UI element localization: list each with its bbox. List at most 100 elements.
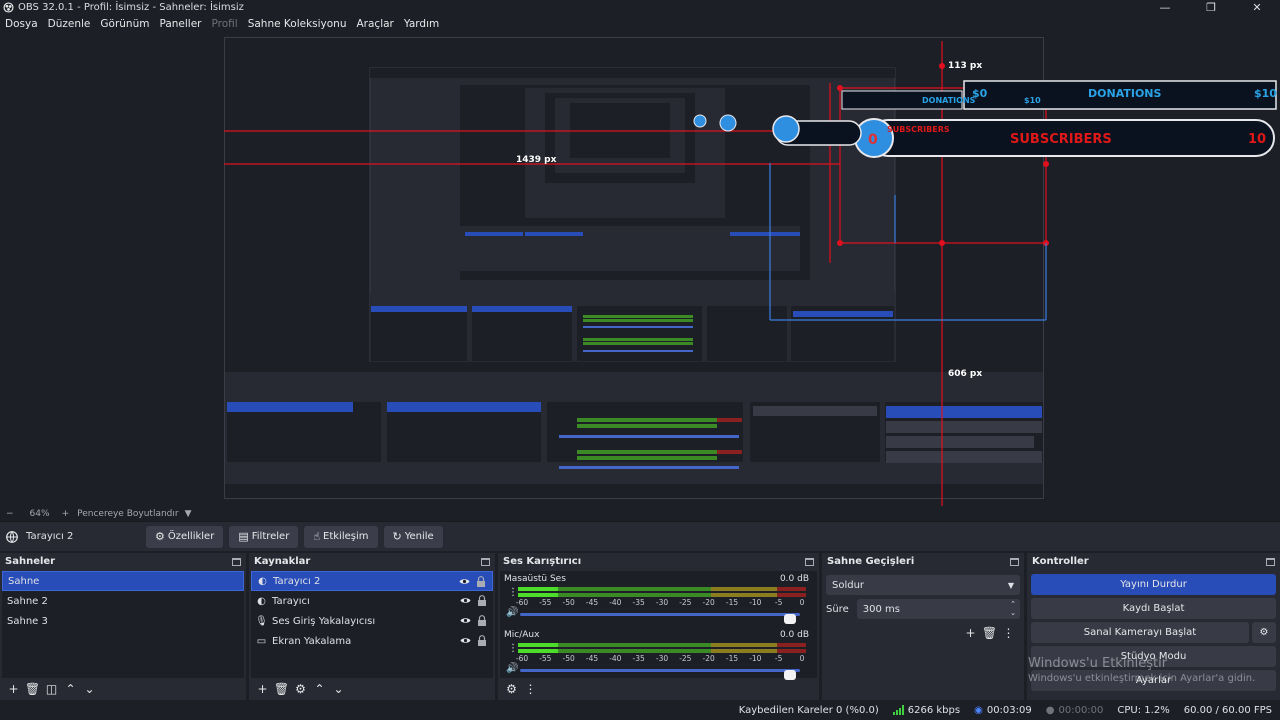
source-item[interactable]: ◐ Tarayıcı 2 — [251, 571, 493, 591]
transition-select[interactable]: Soldur ▼ — [826, 575, 1020, 595]
meter-ticks: -60 -55 -50 -45 -40 -35 -30 -25 -20 -15 -10 -5 0 — [516, 598, 806, 607]
trash-icon[interactable]: 🗑 — [23, 680, 42, 698]
meter-tick-label: -60 — [515, 654, 529, 663]
menu-docks[interactable]: Paneller — [154, 18, 206, 30]
menu-view[interactable]: Görünüm — [95, 18, 154, 30]
more-vertical-icon[interactable]: ⋮ — [521, 680, 540, 698]
undock-icon[interactable] — [232, 557, 241, 566]
scenes-dock: Sahneler Sahne Sahne 2 Sahne 3 + 🗑 ◫ ⌃ ⌄ — [0, 553, 246, 700]
scene-item[interactable]: Sahne — [2, 571, 244, 591]
filters-button[interactable]: ▤ Filtreler — [229, 525, 299, 548]
channel-name: Masaüstü Ses — [504, 574, 566, 584]
undock-icon[interactable] — [481, 557, 490, 566]
eye-icon[interactable] — [459, 576, 470, 587]
watermark-text: Windows'u etkinleştirmek için Ayarlar'a … — [1028, 673, 1256, 684]
meter-tick-label: -20 — [702, 598, 715, 607]
menu-profile[interactable]: Profil — [207, 18, 243, 30]
more-vertical-icon[interactable]: ⋮ — [999, 624, 1018, 642]
maximize-button[interactable]: ❐ — [1188, 0, 1234, 15]
start-recording-button[interactable]: Kaydı Başlat — [1031, 598, 1276, 619]
refresh-icon: ↻ — [392, 530, 402, 543]
zoom-in-button[interactable]: + — [62, 509, 70, 519]
preview-canvas[interactable] — [0, 33, 1280, 506]
gear-icon[interactable]: ⚙ — [291, 680, 310, 698]
more-vertical-icon[interactable]: ⋮ — [508, 587, 518, 598]
scene-item[interactable]: Sahne 2 — [2, 591, 244, 611]
lock-icon[interactable] — [477, 635, 487, 646]
undock-icon[interactable] — [1266, 557, 1275, 566]
trash-icon[interactable]: 🗑 — [272, 680, 291, 698]
volume-slider-handle[interactable] — [784, 614, 796, 624]
meter-tick-label: -25 — [679, 598, 692, 607]
add-icon[interactable]: + — [4, 680, 23, 698]
filter-icon[interactable]: ◫ — [42, 680, 61, 698]
undock-icon[interactable] — [805, 557, 814, 566]
mixer-channel: Mic/Aux 0.0 dB ⋮ -60 -55 -50 -45 -40 -35 -30 -2… — [500, 627, 817, 680]
scene-item[interactable]: Sahne 3 — [2, 611, 244, 631]
channel-db: 0.0 dB — [779, 630, 809, 640]
chevron-down-icon[interactable]: ▼ — [185, 509, 192, 519]
source-label: Tarayıcı — [272, 595, 310, 607]
refresh-label: Yenile — [404, 531, 434, 542]
volume-meter — [518, 587, 806, 597]
meter-tick-label: -50 — [562, 598, 575, 607]
properties-button[interactable]: ⚙ Özellikler — [146, 525, 224, 548]
selected-source-name: Tarayıcı 2 — [26, 531, 74, 542]
move-down-icon[interactable]: ⌄ — [329, 680, 348, 698]
meter-tick-label: -45 — [585, 598, 599, 607]
move-up-icon[interactable]: ⌃ — [310, 680, 329, 698]
speaker-icon[interactable]: 🔊 — [506, 663, 518, 674]
menu-edit[interactable]: Düzenle — [43, 18, 96, 30]
source-item[interactable]: ◐ Tarayıcı — [251, 591, 493, 611]
meter-ticks: -60 -55 -50 -45 -40 -35 -30 -25 -20 -15 -10 -5 0 — [515, 654, 806, 663]
source-item[interactable]: 🎙 Ses Giriş Yakalayıcısı — [251, 611, 493, 631]
source-item[interactable]: ▭ Ekran Yakalama — [251, 631, 493, 651]
speaker-icon[interactable]: 🔊 — [506, 607, 518, 618]
eye-icon[interactable] — [460, 635, 471, 646]
duration-input[interactable]: 300 ms ⌃ ⌄ — [856, 599, 1020, 619]
lock-icon[interactable] — [477, 595, 487, 606]
meter-tick-label: -30 — [655, 654, 669, 663]
fit-to-window-label[interactable]: Pencereye Boyutlandır — [77, 509, 178, 519]
undock-icon[interactable] — [1010, 557, 1019, 566]
watermark-title: Windows'u Etkinleştir — [1028, 656, 1168, 671]
selected-source: Tarayıcı 2 — [6, 530, 146, 543]
stop-stream-button[interactable]: Yayını Durdur — [1031, 574, 1276, 595]
move-down-icon[interactable]: ⌄ — [80, 680, 99, 698]
menu-help[interactable]: Yardım — [399, 18, 444, 30]
duration-spinner[interactable]: ⌃ ⌄ — [1010, 600, 1016, 618]
meter-tick-label: -30 — [655, 598, 669, 607]
trash-icon[interactable]: 🗑 — [980, 624, 999, 642]
volume-slider[interactable] — [520, 669, 800, 680]
refresh-button[interactable]: ↻ Yenile — [383, 525, 443, 548]
menu-scene-collection[interactable]: Sahne Koleksiyonu — [243, 18, 352, 30]
filter-icon: ▤ — [238, 530, 249, 543]
advanced-audio-icon[interactable]: ⚙ — [502, 680, 521, 698]
eye-icon[interactable] — [460, 595, 471, 606]
more-vertical-icon[interactable]: ⋮ — [508, 643, 518, 654]
eye-icon[interactable] — [460, 615, 471, 626]
mixer-title: Ses Karıştırıcı — [503, 556, 582, 567]
meter-tick-label: 0 — [799, 654, 805, 663]
move-up-icon[interactable]: ⌃ — [61, 680, 80, 698]
add-icon[interactable]: + — [253, 680, 272, 698]
source-label: Tarayıcı 2 — [273, 575, 321, 587]
lock-icon[interactable] — [476, 576, 486, 587]
menu-tools[interactable]: Araçlar — [352, 18, 399, 30]
interact-button[interactable]: ☝ Etkileşim — [304, 525, 378, 548]
zoom-out-button[interactable]: − — [6, 509, 14, 519]
mixer-channel: Masaüstü Ses 0.0 dB ⋮ -60 -55 -50 -45 -40 -35… — [500, 571, 817, 624]
virtual-camera-settings-gear-icon[interactable]: ⚙ — [1252, 622, 1276, 643]
sources-list: ◐ Tarayıcı 2 ◐ Tarayıcı 🎙 Ses Giriş Yaka… — [251, 571, 493, 678]
gear-icon: ⚙ — [155, 530, 165, 543]
add-icon[interactable]: + — [961, 624, 980, 642]
recursive-capture-graphic — [225, 38, 1043, 498]
virtual-camera-button[interactable]: Sanal Kamerayı Başlat — [1031, 622, 1249, 643]
menu-file[interactable]: Dosya — [0, 18, 43, 30]
sources-dock: Kaynaklar ◐ Tarayıcı 2 ◐ Tarayıcı 🎙 Ses … — [249, 553, 495, 700]
lock-icon[interactable] — [477, 615, 487, 626]
volume-slider[interactable] — [520, 613, 800, 624]
minimize-button[interactable]: — — [1142, 0, 1188, 15]
close-button[interactable]: ✕ — [1234, 0, 1280, 15]
meter-tick-label: -40 — [609, 654, 622, 663]
